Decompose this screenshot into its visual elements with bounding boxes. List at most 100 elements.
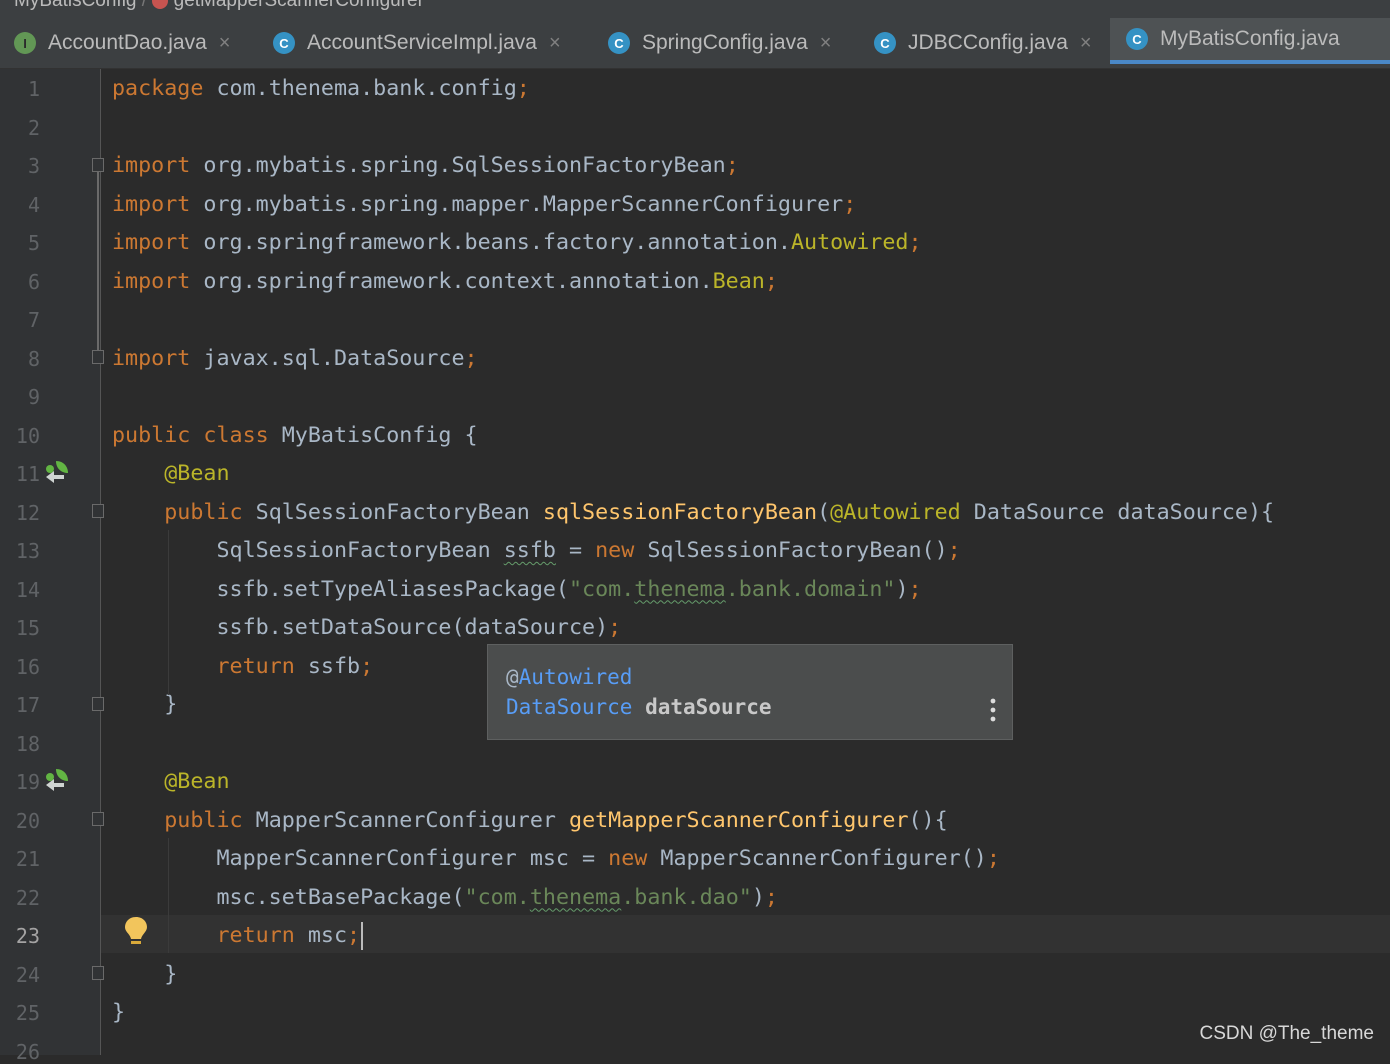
code-token: "com. [464,884,530,910]
spring-bean-icon[interactable] [42,459,70,487]
code-token: import [112,230,191,255]
code-token: ) [895,576,909,602]
code-token: ssfb.setTypeAliasesPackage( [112,576,569,602]
breadcrumb[interactable]: MyBatisConfig / getMapperScannerConfigur… [14,0,424,12]
code-token: MyBatisConfig { [268,422,478,448]
code-line[interactable]: return ssfb; [112,648,373,686]
breadcrumb-project[interactable]: MyBatisConfig [14,0,137,11]
fold-marker[interactable] [92,966,104,980]
code-token: import [112,153,191,178]
param-name: dataSource [645,695,772,719]
code-line[interactable]: } [112,994,125,1032]
line-number: 17 [15,693,40,717]
fold-marker[interactable] [92,158,104,172]
tooltip-annotation: @Autowired [506,665,633,689]
code-token: = [555,538,596,563]
code-line[interactable]: import org.springframework.beans.factory… [112,224,922,262]
code-line[interactable]: ssfb.setTypeAliasesPackage("com.thenema.… [112,571,921,609]
code-token: com.thenema.bank.config [203,76,517,101]
line-number: 23 [15,924,40,948]
line-number: 16 [15,654,40,679]
code-token: import [112,345,191,371]
line-number: 12 [15,500,40,525]
code-token: import [112,191,191,217]
line-number: 19 [15,770,40,794]
code-line[interactable]: import org.mybatis.spring.mapper.MapperS… [112,186,856,224]
tab-mybatisconfig[interactable]: C MyBatisConfig.java [1110,18,1390,64]
line-number: 15 [15,616,40,640]
code-line[interactable]: MapperScannerConfigurer msc = new Mapper… [112,840,999,878]
code-token: ssfb [294,653,361,679]
code-line[interactable]: import org.mybatis.spring.SqlSessionFact… [112,147,739,185]
tab-label: JDBCConfig.java [908,31,1068,54]
code-token: getMapperScannerConfigurer [569,807,909,833]
type-link[interactable]: DataSource [506,695,632,719]
code-line[interactable]: SqlSessionFactoryBean ssfb = new SqlSess… [112,532,960,570]
line-number: 25 [15,1001,40,1025]
code-token: ; [608,615,622,640]
tab-label: AccountServiceImpl.java [307,31,537,54]
code-token: package [112,76,204,101]
line-number: 6 [27,269,40,294]
code-line[interactable]: @Bean [112,763,229,801]
line-number: 20 [15,808,40,833]
code-token: ; [347,923,361,948]
code-line[interactable]: public MapperScannerConfigurer getMapper… [112,802,947,840]
lightbulb-icon[interactable] [122,915,150,949]
fold-marker[interactable] [92,504,104,518]
code-token: ; [764,884,778,910]
code-token: DataSource dataSource){ [960,499,1275,525]
fold-marker[interactable] [92,350,104,364]
code-token: @Bean [164,461,230,486]
code-line[interactable]: msc.setBasePackage("com.thenema.bank.dao… [112,879,778,917]
code-line[interactable]: import org.springframework.context.annot… [112,263,778,301]
code-line[interactable]: package com.thenema.bank.config; [112,70,530,108]
spring-bean-icon[interactable] [42,767,70,795]
fold-marker[interactable] [92,697,104,711]
code-line[interactable]: ssfb.setDataSource(dataSource); [112,609,621,647]
code-token: ; [464,345,478,371]
line-number: 4 [27,192,40,217]
code-token: ; [908,230,922,255]
code-token: MapperScannerConfigurer [242,807,570,833]
code-line[interactable]: } [112,956,177,994]
close-icon[interactable]: × [1080,32,1092,55]
code-line[interactable]: import javax.sql.DataSource; [112,340,478,378]
method-icon [152,0,169,9]
breadcrumb-method[interactable]: getMapperScannerConfigurer [174,0,424,11]
fold-marker[interactable] [92,812,104,826]
code-token: thenema [634,576,726,602]
close-icon[interactable]: × [820,32,832,55]
gutter-divider [100,69,101,1055]
line-number: 10 [15,423,40,448]
annotation-link[interactable]: Autowired [519,665,633,689]
tab-accountdao[interactable]: I AccountDao.java × [14,18,230,68]
tab-jdbcconfig[interactable]: C JDBCConfig.java × [874,18,1092,68]
code-line[interactable]: public SqlSessionFactoryBean sqlSessionF… [112,494,1274,532]
tab-springconfig[interactable]: C SpringConfig.java × [608,18,831,68]
code-token: .bank.domain" [725,576,896,602]
code-token: SqlSessionFactoryBean [112,538,504,563]
code-line[interactable]: @Bean [112,455,230,493]
tab-accountserviceimpl[interactable]: C AccountServiceImpl.java × [273,18,561,68]
line-number: 26 [15,1039,40,1064]
close-icon[interactable]: × [219,32,231,55]
code-token: SqlSessionFactoryBean() [634,538,948,563]
line-number: 8 [27,346,40,371]
code-line[interactable]: public class MyBatisConfig { [112,417,478,455]
more-vertical-icon[interactable] [990,697,996,723]
code-token: new [595,538,635,563]
code-token: javax.sql.DataSource [190,345,465,371]
close-icon[interactable]: × [549,32,561,55]
line-number: 7 [27,308,40,332]
interface-icon: I [14,32,36,54]
class-icon: C [608,32,630,54]
class-icon: C [1126,28,1148,50]
code-token: Bean [712,268,765,294]
code-token: ; [516,76,530,101]
code-token: ( [817,499,831,525]
